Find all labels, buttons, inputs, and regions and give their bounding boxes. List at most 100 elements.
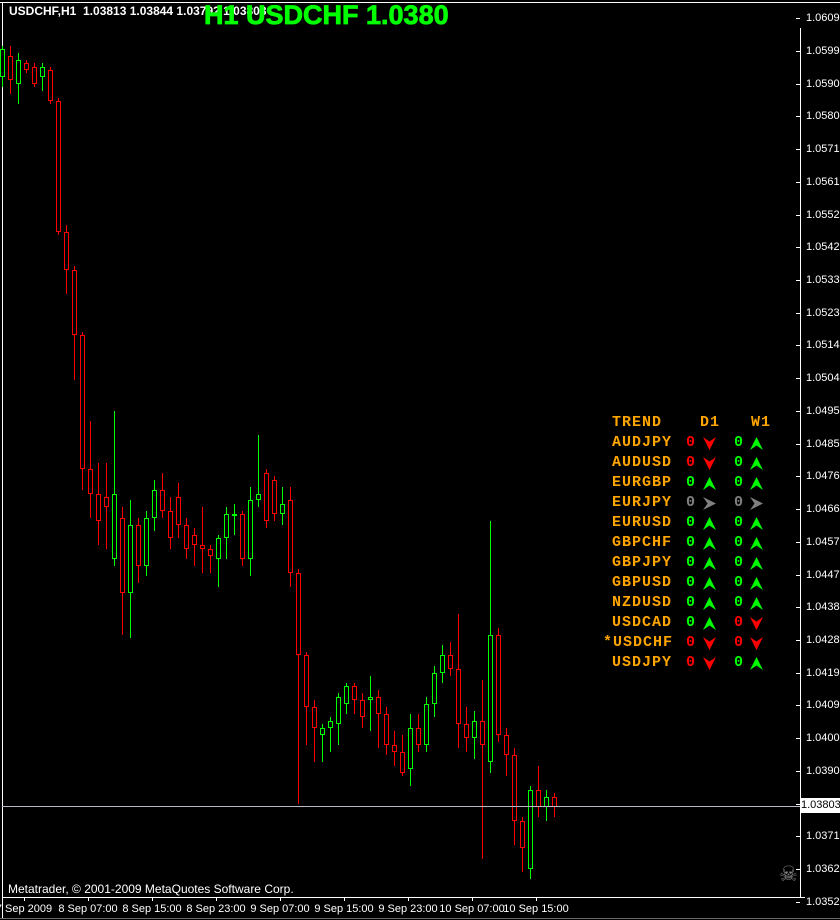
price-tick [796, 313, 800, 314]
trend-row-symbol-eurgbp: EURGBP [612, 474, 673, 491]
candle-body [536, 790, 541, 807]
candle-body [448, 655, 453, 669]
time-axis-label: 8 Sep 15:00 [122, 903, 182, 915]
trend-row-symbol-nzdusd: NZDUSD [612, 594, 673, 611]
price-tick [796, 607, 800, 608]
price-axis-label: 1.03715 [806, 830, 840, 842]
price-axis-line [800, 28, 801, 897]
candle-body [336, 697, 341, 724]
price-tick [796, 771, 800, 772]
price-axis-label: 1.04665 [806, 503, 840, 515]
candle-body [120, 518, 125, 593]
chart-watermark-title: H1 USDCHF 1.0380 [204, 0, 449, 30]
candle-body [352, 686, 357, 700]
time-tick [152, 897, 153, 901]
price-axis-label: 1.05140 [806, 339, 840, 351]
trend-d1-arrow-up-icon [703, 577, 716, 590]
time-tick [472, 897, 473, 901]
skull-icon: ☠ [779, 862, 798, 886]
candle-body [408, 728, 413, 769]
trend-panel-header-trend: TREND [612, 414, 663, 431]
time-axis-label: 10 Sep 07:00 [439, 903, 505, 915]
candle-body [184, 525, 189, 549]
time-axis-label: 9 Sep 15:00 [314, 903, 374, 915]
candle-body [472, 721, 477, 738]
price-axis-label: 1.03905 [806, 765, 840, 777]
trend-w1-value: 0 [734, 654, 745, 671]
time-axis-label: 9 Sep 23:00 [378, 903, 438, 915]
price-axis-label: 1.05615 [806, 176, 840, 188]
trend-d1-arrow-up-icon [703, 557, 716, 570]
trend-w1-arrow-up-icon [750, 577, 763, 590]
price-tick [796, 182, 800, 183]
time-tick [24, 897, 25, 901]
trend-row-symbol-usdcad: USDCAD [612, 614, 673, 631]
candle-body [464, 724, 469, 738]
time-tick [280, 897, 281, 901]
candle-body [152, 490, 157, 518]
candle-body [216, 538, 221, 559]
trend-d1-arrow-down-icon [703, 457, 716, 470]
trend-w1-value: 0 [734, 574, 745, 591]
trend-d1-value: 0 [686, 594, 697, 611]
price-tick [796, 705, 800, 706]
price-tick [796, 902, 800, 903]
trend-row-symbol-usdchf: *USDCHF [603, 634, 674, 651]
candle-body [192, 535, 197, 545]
candle-wick [202, 507, 203, 573]
trend-w1-value: 0 [734, 554, 745, 571]
candle-wick [482, 680, 483, 859]
trend-d1-value: 0 [686, 574, 697, 591]
trend-row-symbol-usdjpy: USDJPY [612, 654, 673, 671]
candle-wick [370, 676, 371, 731]
trend-w1-arrow-down-icon [750, 617, 763, 630]
price-tick [796, 738, 800, 739]
trend-d1-value: 0 [686, 434, 697, 451]
candle-body [264, 473, 269, 521]
time-tick [88, 897, 89, 901]
price-axis-label: 1.04000 [806, 732, 840, 744]
candle-body [224, 514, 229, 538]
trend-w1-value: 0 [734, 614, 745, 631]
price-tick [796, 509, 800, 510]
price-tick [796, 673, 800, 674]
candle-body [240, 514, 245, 559]
trend-w1-arrow-up-icon [750, 557, 763, 570]
candle-body [256, 494, 261, 500]
candle-body [360, 700, 365, 717]
trend-d1-value: 0 [686, 534, 697, 551]
candle-body [8, 56, 13, 80]
trend-w1-arrow-up-icon [750, 517, 763, 530]
candle-body [384, 714, 389, 745]
price-axis-label: 1.03525 [806, 896, 840, 908]
candle-body [328, 721, 333, 728]
trend-d1-value: 0 [686, 634, 697, 651]
time-tick [344, 897, 345, 901]
candle-body [64, 232, 69, 270]
trend-d1-value: 0 [686, 474, 697, 491]
trend-d1-arrow-up-icon [703, 537, 716, 550]
candle-body [424, 704, 429, 745]
window-border-left [2, 2, 3, 918]
price-tick [796, 116, 800, 117]
price-tick [796, 215, 800, 216]
trend-row-symbol-audusd: AUDUSD [612, 454, 673, 471]
trend-w1-arrow-up-icon [750, 437, 763, 450]
candle-body [160, 490, 165, 511]
candle-body [0, 49, 5, 77]
candle-body [200, 545, 205, 549]
candle-body [416, 728, 421, 745]
candle-body [32, 67, 37, 84]
trend-w1-value: 0 [734, 514, 745, 531]
trend-w1-value: 0 [734, 454, 745, 471]
price-tick [796, 542, 800, 543]
candle-body [280, 504, 285, 514]
price-axis-label: 1.04760 [806, 470, 840, 482]
price-axis-label: 1.04285 [806, 634, 840, 646]
current-price-line [2, 806, 800, 807]
trend-w1-arrow-up-icon [750, 597, 763, 610]
candle-body [232, 514, 237, 516]
trend-d1-arrow-flat-icon [703, 497, 716, 510]
time-axis-label: 7 Sep 2009 [0, 903, 53, 915]
candle-body [304, 655, 309, 707]
